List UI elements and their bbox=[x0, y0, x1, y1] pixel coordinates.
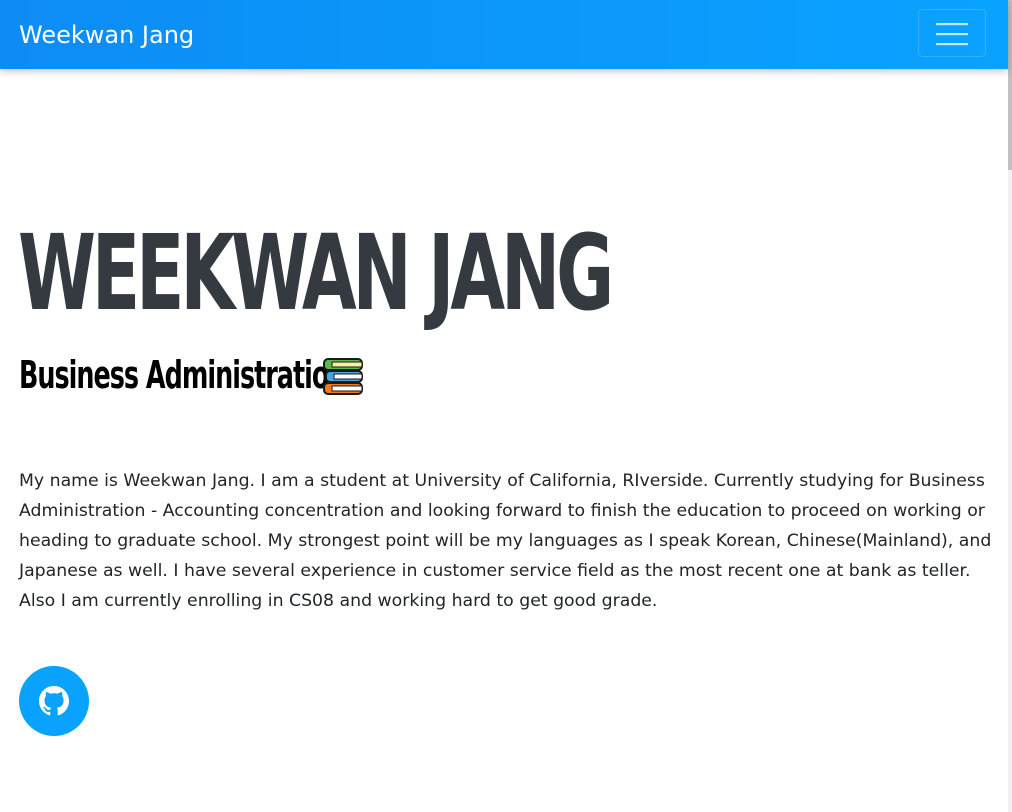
about-paragraph: My name is Weekwan Jang. I am a student … bbox=[19, 471, 992, 611]
navbar: Weekwan Jang bbox=[0, 0, 1008, 69]
books-icon bbox=[323, 358, 363, 395]
subtitle-row: Business Administration bbox=[19, 350, 363, 400]
hero-subtitle: Business Administration bbox=[19, 353, 346, 397]
github-button[interactable] bbox=[19, 666, 89, 736]
scrollbar-thumb[interactable] bbox=[1008, 0, 1012, 170]
hero-name: WEEKWAN JANG bbox=[18, 212, 614, 334]
navbar-toggler-button[interactable] bbox=[918, 9, 986, 57]
hamburger-menu-icon bbox=[936, 23, 968, 46]
navbar-brand[interactable]: Weekwan Jang bbox=[19, 18, 194, 52]
github-icon bbox=[39, 686, 69, 716]
